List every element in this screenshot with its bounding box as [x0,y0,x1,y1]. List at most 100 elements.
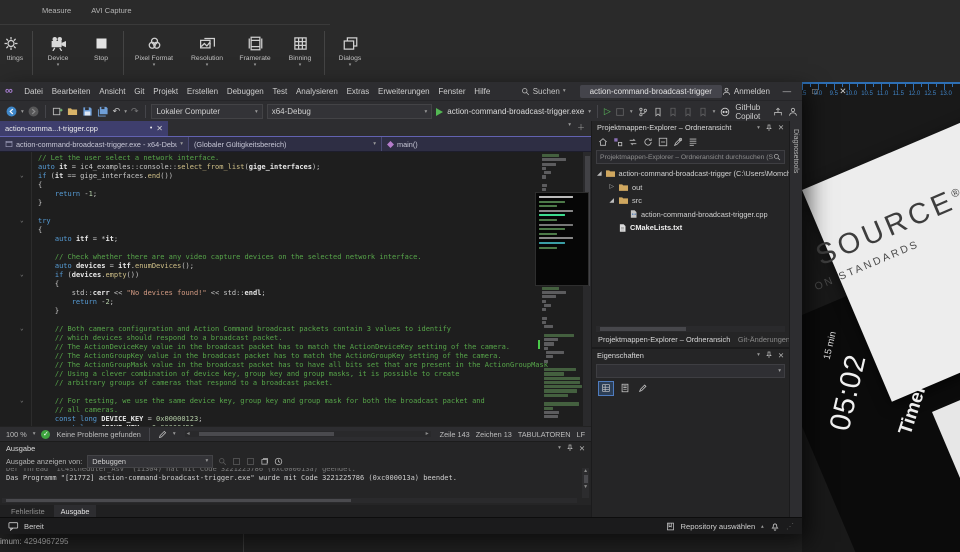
properties-object-combo[interactable]: ▾ [596,364,785,378]
menu-erweiterungen[interactable]: Erweiterungen [374,87,434,96]
fold-arrow-icon[interactable]: ⌄ [20,396,24,405]
bookmark-prev-icon[interactable] [668,107,678,117]
menu-datei[interactable]: Datei [20,87,47,96]
tree-expander-icon[interactable]: ▷ [608,184,615,190]
pencil-icon[interactable] [158,430,167,439]
open-folder-icon[interactable] [67,106,78,117]
collapse-all-icon[interactable] [658,137,668,147]
ribbon-tab-avi-capture[interactable]: AVI Capture [91,6,131,15]
run-target-label[interactable]: action-command-broadcast-trigger.exe [447,107,584,116]
chevron-down-icon[interactable]: ▾ [124,109,127,115]
explorer-tab[interactable]: Git-Änderungen [738,335,789,344]
menu-fenster[interactable]: Fenster [434,87,470,96]
problems-status[interactable]: Keine Probleme gefunden [56,430,140,439]
tree-horizontal-scrollbar[interactable] [596,326,785,332]
project-dropdown[interactable]: action-command-broadcast-trigger.exe - x… [0,137,189,151]
fold-arrow-icon[interactable]: ⌄ [20,270,24,279]
refresh-icon[interactable] [643,137,653,147]
explorer-tab[interactable]: Projektmappen-Explorer – Ordneransicht [598,335,730,344]
new-project-icon[interactable] [52,106,63,117]
title-search[interactable]: Suchen ▾ [521,87,566,96]
tabs-indicator[interactable]: TABULATOREN [518,430,571,439]
new-tab-icon[interactable]: ＋ [577,122,585,133]
chevron-down-icon[interactable]: ▾ [173,431,176,437]
menu-extras[interactable]: Extras [342,87,373,96]
menu-hilfe[interactable]: Hilfe [470,87,495,96]
tree-item-out[interactable]: ▷out [592,181,789,195]
binning-button[interactable]: Binning▾ [278,28,322,78]
signin-button[interactable]: Anmelden [722,87,770,96]
start-debug-icon[interactable] [436,108,443,116]
panel-tab-fehlerliste[interactable]: Fehlerliste [4,507,52,516]
close-panel-icon[interactable]: ✕ [778,351,784,360]
output-vertical-scrollbar[interactable]: ▲▼ [582,468,589,498]
solution-search-input[interactable]: Projektmappen-Explorer – Ordneransicht d… [596,150,785,164]
chevron-down-icon[interactable]: ▾ [757,125,760,131]
maximize-button[interactable]: □ [804,86,826,96]
resolution-button[interactable]: Resolution▾ [182,28,232,78]
dialogs-button[interactable]: Dialogs▾ [327,28,373,78]
menu-bearbeiten[interactable]: Bearbeiten [47,87,94,96]
tree-item-action-command-broadcast-trigger.cpp[interactable]: action-command-broadcast-trigger.cpp [592,208,789,222]
redo-icon[interactable]: ↷ [131,106,139,117]
char-indicator[interactable]: Zeichen 13 [476,430,512,439]
scroll-left-icon[interactable]: ◂ [187,430,190,437]
categorized-icon[interactable] [598,381,614,396]
menu-erstellen[interactable]: Erstellen [183,87,223,96]
alphabetical-icon[interactable] [618,382,632,395]
pixel-format-button[interactable]: Pixel Format▾ [126,28,182,78]
debug-target-combo[interactable]: Lokaler Computer▾ [151,104,262,119]
chevron-down-icon[interactable]: ▾ [33,431,36,437]
share-icon[interactable] [773,107,783,117]
save-all-icon[interactable] [97,106,109,117]
chevron-down-icon[interactable]: ▾ [21,109,24,115]
feedback-icon[interactable] [788,107,798,117]
navigate-back-icon[interactable] [6,106,17,117]
fold-arrow-icon[interactable]: ⌄ [20,324,24,333]
diagnostics-vertical-tab[interactable]: Diagnosetools [792,129,799,173]
chevron-down-icon[interactable]: ▾ [558,445,561,451]
code-editor[interactable]: // Let the user select a network interfa… [0,152,591,426]
output-horizontal-scrollbar[interactable] [2,498,577,503]
fold-arrow-icon[interactable]: ⌄ [20,171,24,180]
menu-test[interactable]: Test [268,87,291,96]
close-panel-icon[interactable]: ✕ [579,444,585,453]
scrollbar-thumb[interactable] [6,499,351,502]
stop-button[interactable]: Stop [81,28,121,78]
start-without-debug-icon[interactable]: ▷ [604,106,611,117]
zoom-level[interactable]: 100 % [6,430,27,439]
editor-horizontal-scrollbar[interactable]: ◂ ▸ [185,431,431,437]
close-tab-icon[interactable]: ✕ [156,124,163,133]
scrollbar-thumb[interactable] [600,327,686,331]
save-icon[interactable] [82,106,93,117]
resize-grip[interactable]: ⋰ [786,522,794,531]
minimize-button[interactable]: — [776,86,798,96]
close-panel-icon[interactable]: ✕ [778,123,784,132]
tree-item-src[interactable]: ◢src [592,194,789,208]
output-log[interactable]: Der Thread 'ic4Scheduler_Asv' (11304) ha… [0,468,591,490]
tree-item-action-command-broadcast-trigger[interactable]: ◢action-command-broadcast-trigger (C:\Us… [592,167,789,181]
tree-expander-icon[interactable]: ◢ [597,171,601,177]
clear-all-icon[interactable] [260,457,269,466]
bookmark-clear-icon[interactable] [698,107,708,117]
settings-button[interactable]: ttings [0,28,30,78]
sync-icon[interactable] [628,137,638,147]
select-repository-button[interactable]: Repository auswählen [681,522,756,531]
navigate-forward-icon[interactable] [28,106,39,117]
member-dropdown[interactable]: main() [382,137,591,151]
chevron-down-icon[interactable]: ▾ [588,109,591,115]
properties-icon[interactable] [673,137,683,147]
chevron-down-icon[interactable]: ▾ [757,352,760,358]
bookmark-icon[interactable] [653,107,663,117]
fold-arrow-icon[interactable]: ⌄ [20,216,24,225]
device-button[interactable]: Device▾ [35,28,81,78]
tab-list-chevron-icon[interactable]: ▾ [568,122,571,133]
scrollbar-thumb[interactable] [199,432,334,436]
menu-analysieren[interactable]: Analysieren [292,87,343,96]
framerate-button[interactable]: Framerate▾ [232,28,278,78]
scope-dropdown[interactable]: (Globaler Gültigkeitsbereich) ▾ [189,137,382,151]
chevron-down-icon[interactable]: ▾ [713,109,716,115]
menu-debuggen[interactable]: Debuggen [222,87,268,96]
line-indicator[interactable]: Zeile 143 [440,430,470,439]
clock-icon[interactable] [274,457,283,466]
